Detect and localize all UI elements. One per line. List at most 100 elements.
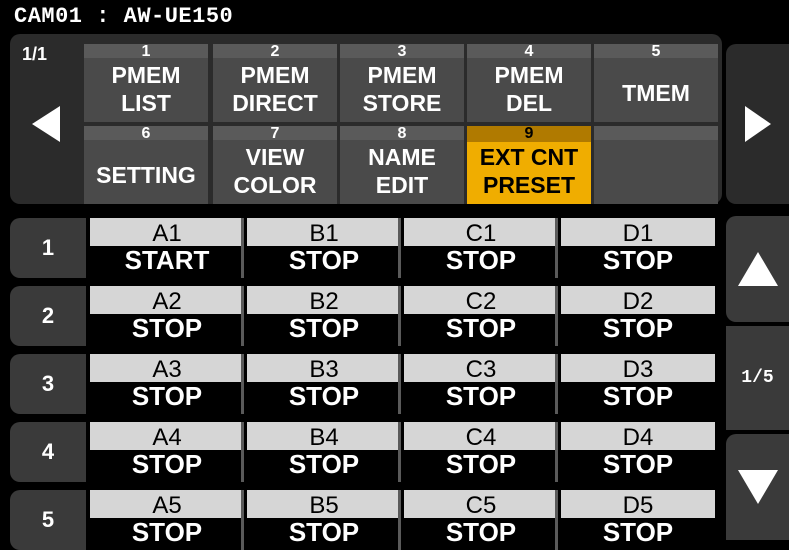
- preset-cell-b2[interactable]: B2 STOP: [247, 286, 401, 346]
- menu-button-number-band: [594, 126, 718, 140]
- preset-name: B2: [247, 286, 401, 314]
- menu-button-number: 2: [270, 43, 280, 60]
- preset-status: STOP: [404, 246, 558, 278]
- menu-button-label: LIST: [121, 90, 171, 116]
- cell-divider: [555, 218, 558, 278]
- menu-button-label: DIRECT: [232, 90, 318, 116]
- menu-button-7[interactable]: 7 VIEW COLOR: [213, 126, 337, 204]
- menu-button-label: NAME: [368, 144, 436, 170]
- menu-button-6[interactable]: 6 SETTING: [84, 126, 208, 204]
- cell-divider: [241, 422, 244, 482]
- preset-cell-d3[interactable]: D3 STOP: [561, 354, 715, 414]
- cell-divider: [398, 286, 401, 346]
- scroll-up-button[interactable]: [726, 216, 789, 322]
- preset-cell-b3[interactable]: B3 STOP: [247, 354, 401, 414]
- cell-divider: [555, 286, 558, 346]
- menu-button-1[interactable]: 1 PMEM LIST: [84, 44, 208, 122]
- preset-status: STOP: [247, 518, 401, 550]
- menu-button-4[interactable]: 4 PMEM DEL: [467, 44, 591, 122]
- preset-name: A3: [90, 354, 244, 382]
- menu-button-number: 1: [141, 43, 151, 60]
- menu-button-5[interactable]: 5 TMEM: [594, 44, 718, 122]
- preset-name: A4: [90, 422, 244, 450]
- menu-button-label: VIEW: [245, 144, 305, 170]
- menu-button-label: PMEM: [367, 62, 437, 88]
- preset-cell-a3[interactable]: A3 STOP: [90, 354, 244, 414]
- cell-divider: [241, 286, 244, 346]
- preset-name: D2: [561, 286, 715, 314]
- preset-cell-c1[interactable]: C1 STOP: [404, 218, 558, 278]
- preset-status: STOP: [561, 314, 715, 346]
- cell-divider: [398, 218, 401, 278]
- preset-status: STOP: [404, 518, 558, 550]
- preset-name: B5: [247, 490, 401, 518]
- preset-name: C2: [404, 286, 558, 314]
- preset-name: A2: [90, 286, 244, 314]
- menu-button-number: 3: [397, 43, 407, 60]
- up-arrow-icon: [737, 252, 778, 286]
- scroll-down-button[interactable]: [726, 434, 789, 540]
- preset-status: STOP: [90, 382, 244, 414]
- preset-status: STOP: [404, 450, 558, 482]
- menu-button-label: PMEM: [494, 62, 564, 88]
- grid-page-indicator: 1/5: [726, 326, 789, 430]
- preset-status: STOP: [404, 314, 558, 346]
- preset-cell-a5[interactable]: A5 STOP: [90, 490, 244, 550]
- menu-button-3[interactable]: 3 PMEM STORE: [340, 44, 464, 122]
- preset-cell-d1[interactable]: D1 STOP: [561, 218, 715, 278]
- preset-status: STOP: [247, 382, 401, 414]
- row-number: 5: [10, 490, 86, 550]
- preset-grid: 1 A1 START B1 STOP C1 STOP D1 STOP 2 A2 STOP B2 STOP C…: [0, 212, 722, 550]
- cell-divider: [555, 354, 558, 414]
- menu-button-number: 5: [651, 43, 661, 60]
- menu-button-number: 9: [467, 126, 591, 142]
- cell-divider: [241, 490, 244, 550]
- menu-button-label: PMEM: [240, 62, 310, 88]
- preset-cell-a4[interactable]: A4 STOP: [90, 422, 244, 482]
- preset-name: C1: [404, 218, 558, 246]
- menu-button-label: PMEM: [111, 62, 181, 88]
- preset-status: STOP: [90, 314, 244, 346]
- preset-name: B4: [247, 422, 401, 450]
- menu-button-number: 7: [270, 125, 280, 142]
- preset-status: STOP: [247, 314, 401, 346]
- preset-cell-b1[interactable]: B1 STOP: [247, 218, 401, 278]
- menu-button-9[interactable]: 9 EXT CNT PRESET: [467, 126, 591, 204]
- cell-divider: [555, 422, 558, 482]
- preset-cell-b5[interactable]: B5 STOP: [247, 490, 401, 550]
- preset-cell-a2[interactable]: A2 STOP: [90, 286, 244, 346]
- preset-cell-c2[interactable]: C2 STOP: [404, 286, 558, 346]
- preset-name: D4: [561, 422, 715, 450]
- preset-cell-d5[interactable]: D5 STOP: [561, 490, 715, 550]
- right-arrow-icon: [744, 106, 771, 142]
- preset-status: STOP: [247, 450, 401, 482]
- preset-cell-b4[interactable]: B4 STOP: [247, 422, 401, 482]
- menu-button-8[interactable]: 8 NAME EDIT: [340, 126, 464, 204]
- menu-button-number: 4: [524, 43, 534, 60]
- prev-page-button[interactable]: [14, 84, 76, 164]
- menu-button-label: DEL: [506, 90, 552, 116]
- menu-page-indicator: 1/1: [22, 44, 48, 64]
- preset-status: STOP: [561, 518, 715, 550]
- menu-button-label: TMEM: [622, 80, 690, 106]
- preset-name: C3: [404, 354, 558, 382]
- preset-cell-c4[interactable]: C4 STOP: [404, 422, 558, 482]
- preset-name: D5: [561, 490, 715, 518]
- preset-name: C5: [404, 490, 558, 518]
- row-number: 3: [10, 354, 86, 414]
- preset-cell-d2[interactable]: D2 STOP: [561, 286, 715, 346]
- menu-button-label: EXT CNT: [479, 144, 579, 170]
- preset-cell-a1[interactable]: A1 START: [90, 218, 244, 278]
- preset-cell-c3[interactable]: C3 STOP: [404, 354, 558, 414]
- row-number: 2: [10, 286, 86, 346]
- next-page-button[interactable]: [726, 44, 789, 204]
- cell-divider: [398, 422, 401, 482]
- menu-button-label: SETTING: [96, 162, 196, 188]
- preset-cell-d4[interactable]: D4 STOP: [561, 422, 715, 482]
- menu-button-label: PRESET: [482, 172, 576, 198]
- menu-button-number: 6: [141, 125, 151, 142]
- left-arrow-icon: [32, 106, 60, 142]
- title-bar: CAM01 : AW-UE150: [0, 0, 789, 34]
- preset-cell-c5[interactable]: C5 STOP: [404, 490, 558, 550]
- menu-button-2[interactable]: 2 PMEM DIRECT: [213, 44, 337, 122]
